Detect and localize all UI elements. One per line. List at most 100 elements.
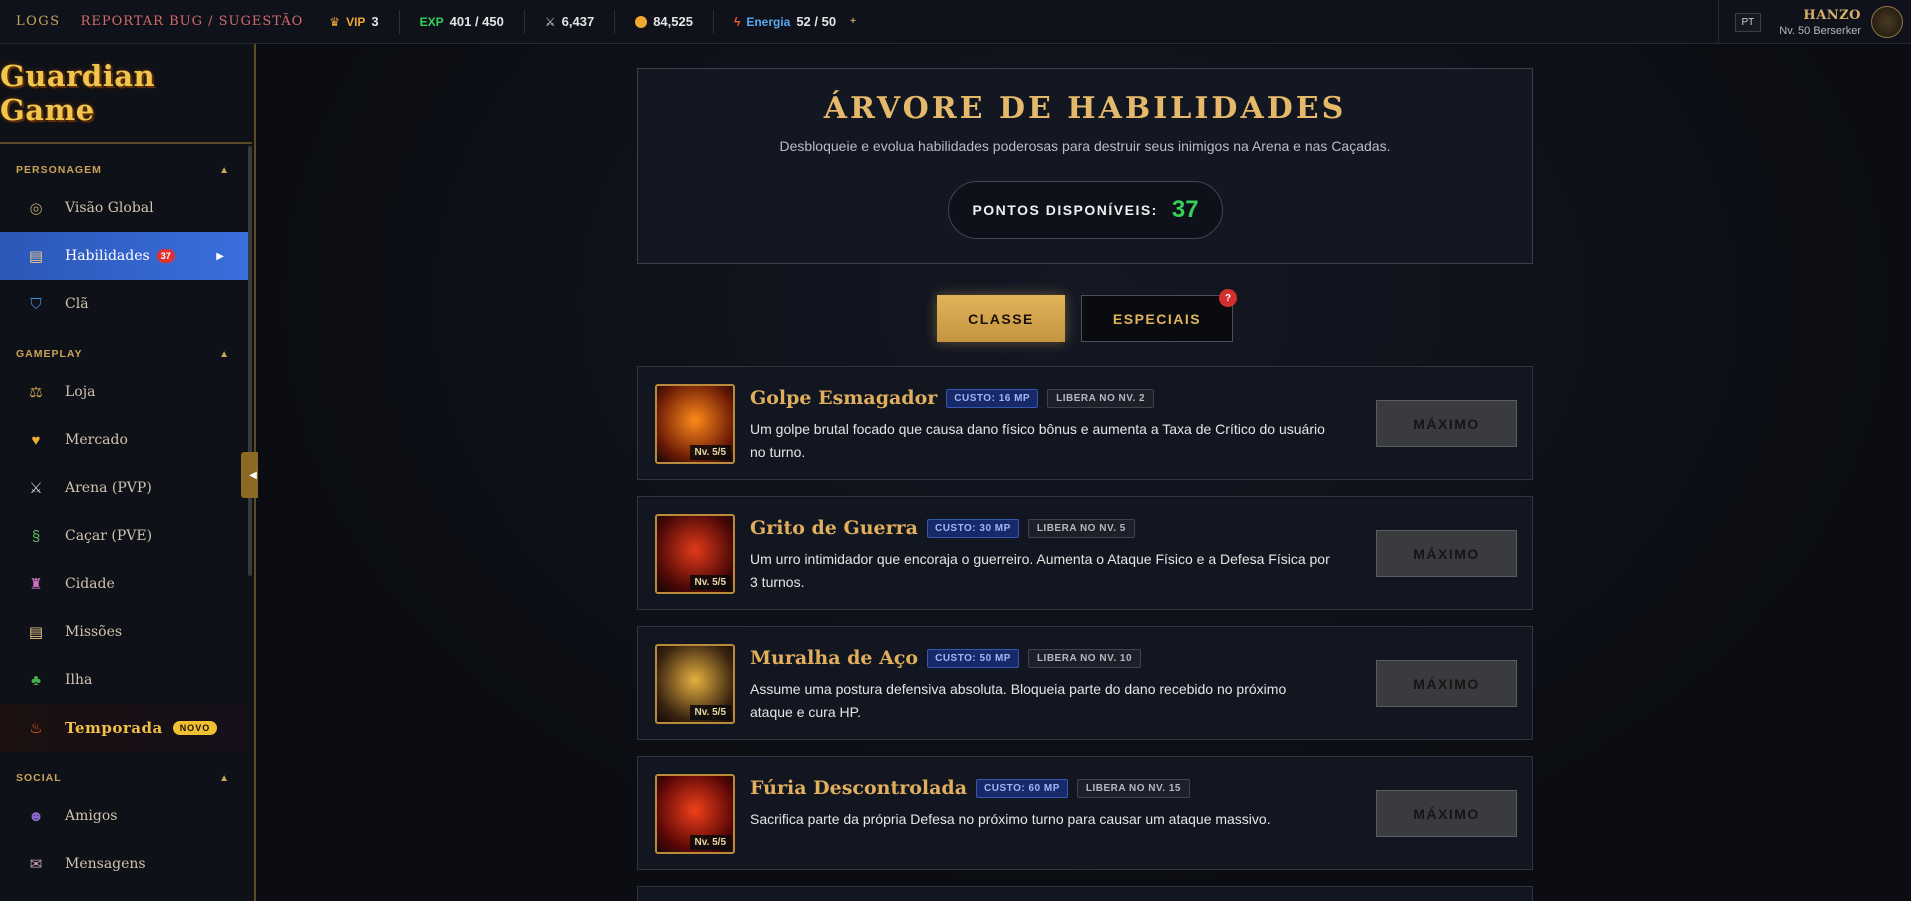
scroll-icon: ▤ <box>28 248 44 265</box>
sidebar-item-label: Loja <box>65 384 96 400</box>
user-name: HANZO <box>1803 7 1861 23</box>
sidebar-item-label: Amigos <box>65 808 118 824</box>
language-selector[interactable]: PT <box>1734 12 1762 32</box>
skill-card: Nv. 5/5 Golpe Esmagador CUSTO: 16 MP LIB… <box>637 366 1533 480</box>
sidebar-item-label: Clã <box>65 296 89 312</box>
sidebar-item-arena[interactable]: ⚔ Arena (PVP) <box>0 464 248 512</box>
swords-icon: ⚔ <box>544 14 556 29</box>
energy-stat: ϟ Energia 52 / 50 + <box>734 14 856 29</box>
compass-icon: ◎ <box>29 200 43 217</box>
skill-level: Nv. 5/5 <box>689 575 731 590</box>
skill-max-button[interactable]: MÁXIMO <box>1376 790 1517 837</box>
sidebar-item-temporada[interactable]: ♨ Temporada NOVO <box>0 704 248 752</box>
avatar[interactable] <box>1871 6 1903 38</box>
dragon-icon: § <box>31 527 41 545</box>
crown-icon: ♛ <box>329 14 341 29</box>
skill-max-button[interactable]: MÁXIMO <box>1376 530 1517 577</box>
skill-header: Grito de Guerra CUSTO: 30 MP LIBERA NO N… <box>750 517 1135 539</box>
skill-unlock-tag: LIBERA NO NV. 15 <box>1076 778 1190 798</box>
section-title: PERSONAGEM <box>16 164 102 176</box>
tab-especiais[interactable]: ESPECIAIS <box>1081 295 1233 342</box>
exp-value: 401 / 450 <box>449 14 504 29</box>
sidebar-item-label: Habilidades <box>65 248 150 264</box>
sidebar-item-ilha[interactable]: ♣ Ilha <box>0 656 248 704</box>
page-subtitle: Desbloqueie e evolua habilidades poderos… <box>779 138 1391 154</box>
sidebar-item-cacar[interactable]: § Caçar (PVE) <box>0 512 248 560</box>
skill-description: Assume uma postura defensiva absoluta. B… <box>750 681 1287 720</box>
especiais-notification-badge: ? <box>1219 289 1237 307</box>
skill-tree-header: ÁRVORE DE HABILIDADES Desbloqueie e evol… <box>637 68 1533 264</box>
gold-stat: 84,525 <box>635 14 693 29</box>
skill-points-badge: 37 <box>156 249 175 263</box>
skill-max-button[interactable]: MÁXIMO <box>1376 660 1517 707</box>
divider <box>398 9 400 34</box>
user-level: Nv. 50 Berserker <box>1779 24 1861 37</box>
vip-stat: ♛ VIP 3 <box>329 14 378 29</box>
skill-level: Nv. 5/5 <box>689 835 731 850</box>
sidebar-item-amigos[interactable]: ☻ Amigos <box>0 792 248 840</box>
skill-description: Sacrifica parte da própria Defesa no pró… <box>750 811 1271 827</box>
shield-icon: ⛉ <box>30 295 42 313</box>
skill-unlock-tag: LIBERA NO NV. 5 <box>1027 518 1135 538</box>
sidebar-scrollbar[interactable] <box>248 146 252 576</box>
chevron-up-icon: ▲ <box>219 164 230 176</box>
island-icon: ♣ <box>31 671 41 689</box>
sidebar-item-cla[interactable]: ⛉ Clã <box>0 280 248 328</box>
sidebar-item-label: Mercado <box>65 432 128 448</box>
sidebar-item-label: Missões <box>65 624 123 640</box>
sidebar-item-missoes[interactable]: ▤ Missões <box>0 608 248 656</box>
chevron-left-icon: ◀ <box>249 469 257 481</box>
user-area: PT HANZO Nv. 50 Berserker <box>1717 0 1911 44</box>
skill-cost-tag: CUSTO: 16 MP <box>946 388 1039 408</box>
section-title: SOCIAL <box>16 772 62 784</box>
chevron-up-icon: ▲ <box>219 348 230 360</box>
caret-right-icon: ▶ <box>216 250 224 262</box>
skill-card: Nv. 5/5 Muralha de Aço CUSTO: 50 MP LIBE… <box>637 626 1533 740</box>
vip-value: 3 <box>371 14 379 29</box>
sidebar-item-label: Ilha <box>65 672 93 688</box>
skill-max-button[interactable]: MÁXIMO <box>1376 400 1517 447</box>
friends-icon: ☻ <box>28 807 44 825</box>
sidebar-item-visao-global[interactable]: ◎ Visão Global <box>0 184 248 232</box>
available-points: PONTOS DISPONÍVEIS: 37 <box>948 181 1223 239</box>
skill-level: Nv. 5/5 <box>689 445 731 460</box>
logs-link[interactable]: LOGS <box>16 14 61 29</box>
skill-name: Fúria Descontrolada <box>750 777 968 799</box>
page-title: ÁRVORE DE HABILIDADES <box>823 91 1347 126</box>
skill-icon: Nv. 5/5 <box>655 774 735 854</box>
sidebar-item-mensagens[interactable]: ✉ Mensagens <box>0 840 248 888</box>
chevron-up-icon: ▲ <box>219 772 230 784</box>
skill-icon: Nv. 5/5 <box>655 644 735 724</box>
scroll-icon: ▤ <box>28 624 44 641</box>
game-logo: Guardian Game <box>0 59 156 127</box>
skill-icon: Nv. 5/5 <box>655 384 735 464</box>
skill-icon: Nv. 5/5 <box>655 514 735 594</box>
points-value: 37 <box>1171 196 1199 223</box>
skill-description: Um golpe brutal focado que causa dano fí… <box>750 421 1325 460</box>
section-personagem[interactable]: PERSONAGEM ▲ <box>0 160 254 180</box>
skill-cost-tag: CUSTO: 30 MP <box>926 518 1019 538</box>
section-social[interactable]: SOCIAL ▲ <box>0 768 254 788</box>
sidebar-item-loja[interactable]: ⚖ Loja <box>0 368 248 416</box>
sidebar-item-label: Temporada <box>65 719 163 737</box>
energy-value: 52 / 50 <box>796 14 837 29</box>
skill-cost-tag: CUSTO: 60 MP <box>976 778 1068 798</box>
sidebar-item-label: Arena (PVP) <box>65 480 152 496</box>
report-bug-link[interactable]: REPORTAR BUG / SUGESTÃO <box>81 14 304 29</box>
sidebar-item-label: Visão Global <box>65 200 154 216</box>
section-gameplay[interactable]: GAMEPLAY ▲ <box>0 344 254 364</box>
energy-label: Energia <box>746 14 791 29</box>
plus-icon[interactable]: + <box>850 16 856 27</box>
sidebar-item-mercado[interactable]: ♥ Mercado <box>0 416 248 464</box>
user-info[interactable]: HANZO Nv. 50 Berserker <box>1779 8 1861 37</box>
sidebar-item-cidade[interactable]: ♜ Cidade <box>0 560 248 608</box>
sidebar-item-label: Caçar (PVE) <box>65 528 153 544</box>
logo-area[interactable]: Guardian Game <box>0 44 252 144</box>
power-stat: ⚔ 6,437 <box>545 14 594 29</box>
scales-icon: ⚖ <box>29 384 43 401</box>
tab-classe[interactable]: CLASSE <box>937 295 1065 342</box>
exp-stat: EXP 401 / 450 <box>420 14 504 29</box>
skill-header: Golpe Esmagador CUSTO: 16 MP LIBERA NO N… <box>750 387 1155 409</box>
sidebar-item-habilidades[interactable]: ▤ Habilidades 37 ▶ <box>0 232 248 280</box>
sidebar-item-label: Mensagens <box>65 856 146 872</box>
